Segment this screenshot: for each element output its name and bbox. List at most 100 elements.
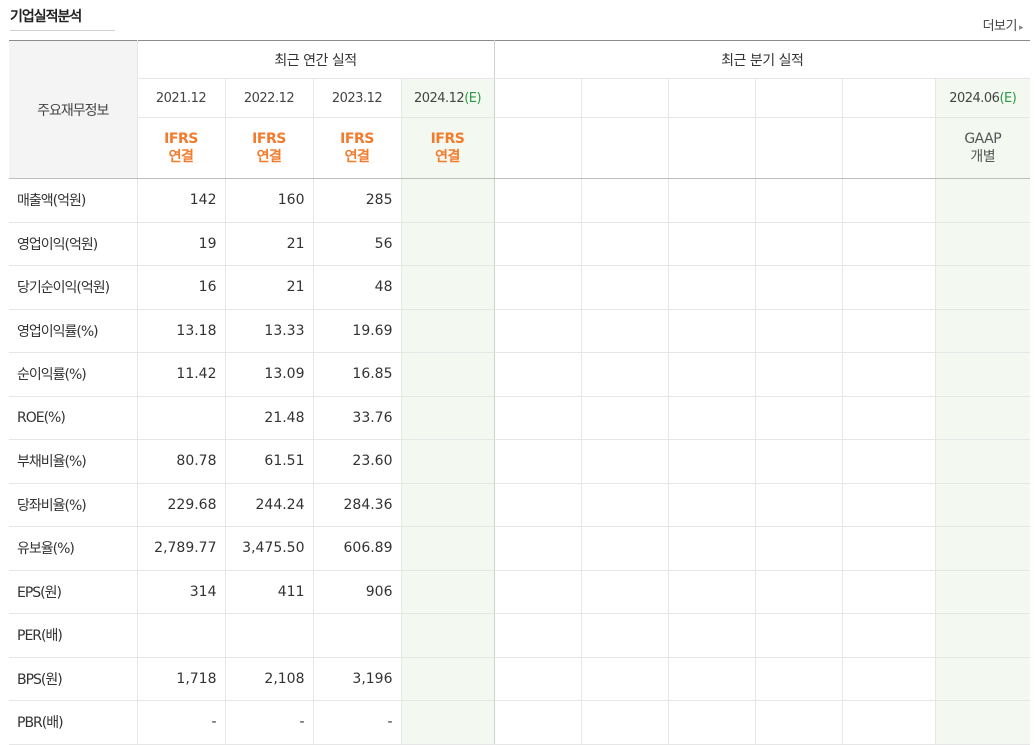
accounting-standard-header	[842, 117, 936, 179]
accounting-standard-header: IFRS 연결	[137, 117, 226, 179]
value-cell	[494, 526, 582, 571]
financial-table: 주요재무정보 최근 연간 실적 최근 분기 실적 2021.12 2022.12 2…	[9, 40, 1030, 745]
value-cell: 1,718	[137, 657, 226, 701]
value-cell	[137, 396, 226, 440]
value-cell	[935, 526, 1030, 571]
value-cell: 3,475.50	[225, 526, 314, 571]
value-cell	[581, 352, 669, 397]
value-cell	[581, 700, 669, 745]
value-cell	[755, 439, 843, 484]
period-date-header	[581, 78, 669, 118]
value-cell	[935, 439, 1030, 484]
value-cell	[581, 657, 669, 701]
value-cell	[494, 439, 582, 484]
value-cell: 11.42	[137, 352, 226, 397]
accounting-standard-header	[494, 117, 582, 179]
value-cell	[401, 308, 495, 353]
value-cell	[755, 222, 843, 266]
value-cell	[401, 569, 495, 614]
value-cell	[581, 613, 669, 658]
value-cell: 19	[137, 222, 226, 266]
value-cell	[668, 352, 756, 397]
value-cell	[842, 613, 936, 658]
value-cell	[755, 178, 843, 223]
value-cell	[137, 613, 226, 658]
value-cell	[401, 222, 495, 266]
value-cell	[668, 439, 756, 484]
accounting-standard-header: IFRS 연결	[225, 117, 314, 179]
consolidation-type: 연결	[256, 149, 282, 165]
period-date-header	[668, 78, 756, 118]
value-cell: 61.51	[225, 439, 314, 484]
value-cell	[842, 483, 936, 527]
value-cell: 285	[313, 178, 402, 223]
table-row: 당좌비율(%) 229.68 244.24 284.36	[9, 483, 1030, 527]
value-cell	[755, 396, 843, 440]
row-label: 매출액(억원)	[9, 178, 138, 223]
value-cell	[668, 265, 756, 310]
accounting-standard-header: IFRS 연결	[401, 117, 495, 179]
table-row: 영업이익률(%) 13.18 13.33 19.69	[9, 308, 1030, 353]
table-row: 유보율(%) 2,789.77 3,475.50 606.89	[9, 526, 1030, 571]
value-cell	[842, 178, 936, 223]
period-date-header: 2021.12	[137, 78, 226, 118]
value-cell	[842, 569, 936, 614]
value-cell	[225, 613, 314, 658]
standard-type: IFRS	[340, 131, 374, 147]
value-cell	[581, 222, 669, 266]
value-cell: 19.69	[313, 308, 402, 353]
value-cell: 80.78	[137, 439, 226, 484]
standard-type: GAAP	[964, 131, 1002, 147]
value-cell	[401, 178, 495, 223]
value-cell	[755, 700, 843, 745]
value-cell	[494, 613, 582, 658]
accounting-standard-header: IFRS 연결	[313, 117, 402, 179]
value-cell	[494, 352, 582, 397]
row-label: ROE(%)	[9, 396, 138, 440]
value-cell: 142	[137, 178, 226, 223]
value-cell	[401, 657, 495, 701]
value-cell	[755, 308, 843, 353]
row-label: PER(배)	[9, 613, 138, 658]
more-link[interactable]: 더보기 ▸	[982, 15, 1024, 34]
value-cell	[935, 613, 1030, 658]
accounting-standard-header	[755, 117, 843, 179]
value-cell	[668, 178, 756, 223]
value-cell: -	[225, 700, 314, 745]
value-cell	[842, 657, 936, 701]
value-cell	[668, 569, 756, 614]
value-cell	[581, 439, 669, 484]
row-label: BPS(원)	[9, 657, 138, 701]
value-cell	[935, 308, 1030, 353]
value-cell	[755, 265, 843, 310]
value-cell	[581, 178, 669, 223]
value-cell	[842, 439, 936, 484]
row-label: 당좌비율(%)	[9, 483, 138, 527]
period-date-header	[755, 78, 843, 118]
table-row: BPS(원) 1,718 2,108 3,196	[9, 657, 1030, 701]
more-label: 더보기	[982, 19, 1018, 34]
value-cell	[842, 222, 936, 266]
value-cell: 21.48	[225, 396, 314, 440]
value-cell	[842, 700, 936, 745]
table-row: 매출액(억원) 142 160 285	[9, 178, 1030, 223]
value-cell	[401, 613, 495, 658]
value-cell	[494, 222, 582, 266]
value-cell	[935, 569, 1030, 614]
standard-type: IFRS	[252, 131, 286, 147]
value-cell	[401, 439, 495, 484]
value-cell: 906	[313, 569, 402, 614]
consolidation-type: 연결	[168, 149, 194, 165]
financial-summary-widget: 기업실적분석 더보기 ▸ 주요재무정보 최근 연간 실적 최근 분기 실적 202…	[0, 0, 1035, 745]
value-cell: 21	[225, 265, 314, 310]
period-date-header: 2023.12	[313, 78, 402, 118]
value-cell	[668, 222, 756, 266]
row-label: 유보율(%)	[9, 526, 138, 571]
accounting-standard-header	[668, 117, 756, 179]
value-cell: 160	[225, 178, 314, 223]
standard-type: IFRS	[164, 131, 198, 147]
value-cell	[313, 613, 402, 658]
value-cell: 13.18	[137, 308, 226, 353]
table-row: EPS(원) 314 411 906	[9, 569, 1030, 614]
value-cell	[842, 526, 936, 571]
